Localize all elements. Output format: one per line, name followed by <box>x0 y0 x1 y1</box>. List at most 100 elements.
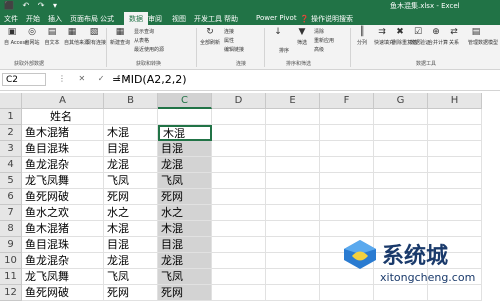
cell-e3[interactable] <box>266 141 320 157</box>
cell-d12[interactable] <box>212 285 266 301</box>
cell-c9[interactable]: 目混 <box>158 237 212 253</box>
recent-sources-button[interactable]: 最近使用的源 <box>134 46 164 53</box>
web-button[interactable]: ◎ 自网站 <box>24 27 40 46</box>
flash-fill-button[interactable]: ⇉ 快速填充 <box>374 27 394 46</box>
cell-f7[interactable] <box>320 205 374 221</box>
cell-h7[interactable] <box>428 205 482 221</box>
name-box[interactable]: C2 <box>2 73 46 86</box>
cell-f4[interactable] <box>320 157 374 173</box>
tab-6[interactable]: 审阅 <box>148 14 162 24</box>
consolidate-button[interactable]: ⊕ 合并计算 <box>428 27 448 46</box>
other-sources-button[interactable]: ▦ 自其他来源 <box>64 27 89 46</box>
cell-e7[interactable] <box>266 205 320 221</box>
edit-links-button[interactable]: 编辑链接 <box>224 46 244 53</box>
filter-button[interactable]: ▼ 筛选 <box>294 27 310 46</box>
tab-2[interactable]: 插入 <box>48 14 62 24</box>
cell-g4[interactable] <box>374 157 428 173</box>
cell-b6[interactable]: 死网 <box>104 189 158 205</box>
cell-e10[interactable] <box>266 253 320 269</box>
cell-c11[interactable]: 飞凤 <box>158 269 212 285</box>
cell-h5[interactable] <box>428 173 482 189</box>
reapply-button[interactable]: 重新应用 <box>314 37 334 44</box>
cell-d8[interactable] <box>212 221 266 237</box>
data-validation-button[interactable]: ☑ 数据验证 <box>410 27 430 46</box>
cell-g6[interactable] <box>374 189 428 205</box>
tab-9[interactable]: 帮助 <box>224 14 238 24</box>
tab-3[interactable]: 页面布局 <box>70 14 98 24</box>
cell-a4[interactable]: 鱼龙混杂 <box>22 157 104 173</box>
cell-c5[interactable]: 飞凤 <box>158 173 212 189</box>
cell-f1[interactable] <box>320 109 374 125</box>
cell-a11[interactable]: 龙飞凤舞 <box>22 269 104 285</box>
cell-b3[interactable]: 目混 <box>104 141 158 157</box>
cell-d3[interactable] <box>212 141 266 157</box>
sort-button[interactable]: 排序 <box>276 47 292 54</box>
cell-b9[interactable]: 目混 <box>104 237 158 253</box>
cell-a6[interactable]: 鱼死网破 <box>22 189 104 205</box>
row-header[interactable]: 6 <box>0 189 22 205</box>
row-header[interactable]: 4 <box>0 157 22 173</box>
tab-4[interactable]: 公式 <box>100 14 114 24</box>
cell-b2[interactable]: 木混 <box>104 125 158 141</box>
cell-e4[interactable] <box>266 157 320 173</box>
existing-connections-button[interactable]: ▧ 现有连接 <box>86 27 106 46</box>
tab-0[interactable]: 文件 <box>4 14 18 24</box>
row-header[interactable]: 9 <box>0 237 22 253</box>
new-query-button[interactable]: ▦ 新建查询 <box>110 27 130 46</box>
cell-h8[interactable] <box>428 221 482 237</box>
cell-b5[interactable]: 飞凤 <box>104 173 158 189</box>
show-queries-button[interactable]: 显示查询 <box>134 28 154 35</box>
column-header-a[interactable]: A <box>22 93 104 109</box>
cell-d7[interactable] <box>212 205 266 221</box>
cell-a10[interactable]: 鱼龙混杂 <box>22 253 104 269</box>
cell-g2[interactable] <box>374 125 428 141</box>
cell-a2[interactable]: 鱼木混猪 <box>22 125 104 141</box>
cell-a1[interactable]: 姓名 <box>22 109 104 125</box>
cell-e6[interactable] <box>266 189 320 205</box>
cell-a9[interactable]: 鱼目混珠 <box>22 237 104 253</box>
row-header[interactable]: 7 <box>0 205 22 221</box>
row-header[interactable]: 2 <box>0 125 22 141</box>
cell-g5[interactable] <box>374 173 428 189</box>
from-table-button[interactable]: 从表格 <box>134 37 149 44</box>
tab-7[interactable]: 视图 <box>172 14 186 24</box>
cell-e9[interactable] <box>266 237 320 253</box>
column-header-e[interactable]: E <box>266 93 320 109</box>
cell-d2[interactable] <box>212 125 266 141</box>
cell-e1[interactable] <box>266 109 320 125</box>
cell-f3[interactable] <box>320 141 374 157</box>
tab-11[interactable]: ❓ 操作说明搜索 <box>300 14 353 24</box>
cell-h1[interactable] <box>428 109 482 125</box>
cell-e11[interactable] <box>266 269 320 285</box>
advanced-filter-button[interactable]: 高级 <box>314 46 324 53</box>
cell-d4[interactable] <box>212 157 266 173</box>
connections-button[interactable]: 连接 <box>224 28 234 35</box>
row-header[interactable]: 1 <box>0 109 22 125</box>
refresh-all-button[interactable]: ↻ 全部刷新 <box>200 27 220 46</box>
cell-c8[interactable]: 木混 <box>158 221 212 237</box>
column-header-g[interactable]: G <box>374 93 428 109</box>
cell-a5[interactable]: 龙飞凤舞 <box>22 173 104 189</box>
cell-g8[interactable] <box>374 221 428 237</box>
cell-f5[interactable] <box>320 173 374 189</box>
row-header[interactable]: 10 <box>0 253 22 269</box>
row-header[interactable]: 8 <box>0 221 22 237</box>
column-header-f[interactable]: F <box>320 93 374 109</box>
cell-h6[interactable] <box>428 189 482 205</box>
cell-h4[interactable] <box>428 157 482 173</box>
cell-b7[interactable]: 水之 <box>104 205 158 221</box>
sort-ascending-button[interactable]: ↓ <box>270 27 286 39</box>
cell-b1[interactable] <box>104 109 158 125</box>
properties-button[interactable]: 属性 <box>224 37 234 44</box>
row-header[interactable]: 5 <box>0 173 22 189</box>
column-header-b[interactable]: B <box>104 93 158 109</box>
remove-duplicates-button[interactable]: ✖ 删除重复值 <box>392 27 417 46</box>
cell-c3[interactable]: 目混 <box>158 141 212 157</box>
text-button[interactable]: ▤ 自文本 <box>44 27 60 46</box>
tab-8[interactable]: 开发工具 <box>194 14 222 24</box>
cell-h2[interactable] <box>428 125 482 141</box>
cell-b11[interactable]: 飞凤 <box>104 269 158 285</box>
cell-a7[interactable]: 鱼水之欢 <box>22 205 104 221</box>
cell-c10[interactable]: 龙混 <box>158 253 212 269</box>
cell-d9[interactable] <box>212 237 266 253</box>
